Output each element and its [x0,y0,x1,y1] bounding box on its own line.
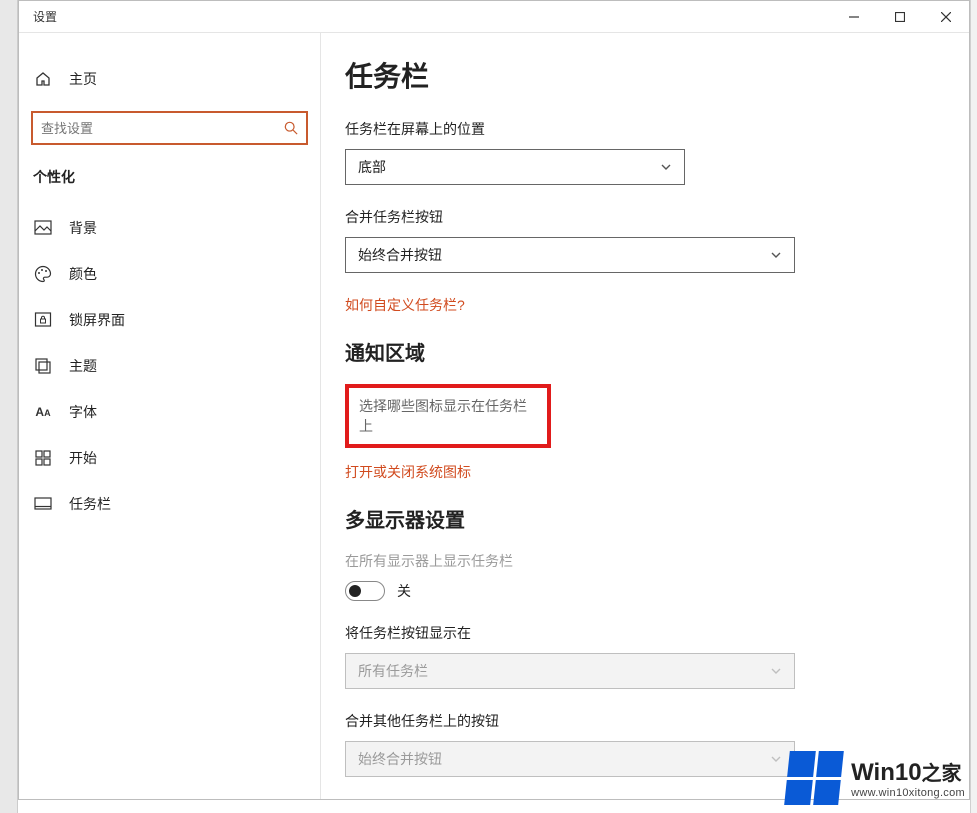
nav-label: 主题 [69,356,97,376]
search-box[interactable] [31,111,308,145]
nav-label: 颜色 [69,264,97,284]
position-select[interactable]: 底部 [345,149,685,185]
search-icon [284,121,298,135]
show-buttons-value: 所有任务栏 [358,661,428,681]
nav-lockscreen[interactable]: 锁屏界面 [19,297,320,343]
multi-section-title: 多显示器设置 [345,504,945,533]
combine-select[interactable]: 始终合并按钮 [345,237,795,273]
toggle-state: 关 [397,581,411,601]
watermark-url: www.win10xitong.com [851,787,965,799]
home-nav[interactable]: 主页 [19,57,320,101]
chevron-down-icon [770,753,782,765]
category-label: 个性化 [19,163,320,205]
combine-other-label: 合并其他任务栏上的按钮 [345,711,945,731]
watermark: Win10之家 www.win10xitong.com [787,751,965,805]
nav-label: 任务栏 [69,494,111,514]
windows-logo-icon [784,751,844,805]
chevron-down-icon [770,249,782,261]
settings-window: 设置 主页 个性化 [18,0,970,800]
combine-label: 合并任务栏按钮 [345,207,945,227]
themes-icon [33,357,53,375]
app-title: 设置 [19,8,57,25]
nav-label: 开始 [69,448,97,468]
nav-background[interactable]: 背景 [19,205,320,251]
close-button[interactable] [923,1,969,33]
right-edge-strip [970,0,977,813]
picture-icon [33,219,53,237]
nav-taskbar[interactable]: 任务栏 [19,481,320,527]
palette-icon [33,265,53,283]
start-icon [33,450,53,466]
position-value: 底部 [358,157,386,177]
combine-other-select: 始终合并按钮 [345,741,795,777]
notify-section-title: 通知区域 [345,337,945,366]
minimize-button[interactable] [831,1,877,33]
titlebar: 设置 [19,1,969,33]
search-input[interactable] [41,121,284,136]
watermark-title: Win10之家 [851,757,965,787]
customize-link[interactable]: 如何自定义任务栏? [345,295,945,315]
nav-label: 锁屏界面 [69,310,125,330]
home-label: 主页 [69,69,97,89]
nav-fonts[interactable]: AA 字体 [19,389,320,435]
home-icon [33,71,53,87]
content-area: 任务栏 任务栏在屏幕上的位置 底部 合并任务栏按钮 始终合并按钮 如何自定义任务… [321,33,969,799]
sidebar: 主页 个性化 背景 颜色 [19,33,321,799]
nav-label: 背景 [69,218,97,238]
toggle-knob [349,585,361,597]
chevron-down-icon [770,665,782,677]
combine-other-value: 始终合并按钮 [358,749,442,769]
show-buttons-select: 所有任务栏 [345,653,795,689]
show-buttons-label: 将任务栏按钮显示在 [345,623,945,643]
multi-show-toggle[interactable] [345,581,385,601]
chevron-down-icon [660,161,672,173]
taskbar-icon [33,495,53,513]
nav-label: 字体 [69,402,97,422]
select-icons-link[interactable]: 选择哪些图标显示在任务栏上 [359,396,537,436]
multi-show-label: 在所有显示器上显示任务栏 [345,551,945,571]
nav-start[interactable]: 开始 [19,435,320,481]
position-label: 任务栏在屏幕上的位置 [345,119,945,139]
page-title: 任务栏 [345,55,945,95]
nav-colors[interactable]: 颜色 [19,251,320,297]
fonts-icon: AA [33,405,53,419]
background-strip [0,0,18,813]
system-icons-link[interactable]: 打开或关闭系统图标 [345,462,945,482]
nav-themes[interactable]: 主题 [19,343,320,389]
lockscreen-icon [33,311,53,329]
highlight-box: 选择哪些图标显示在任务栏上 [345,384,551,448]
combine-value: 始终合并按钮 [358,245,442,265]
maximize-button[interactable] [877,1,923,33]
